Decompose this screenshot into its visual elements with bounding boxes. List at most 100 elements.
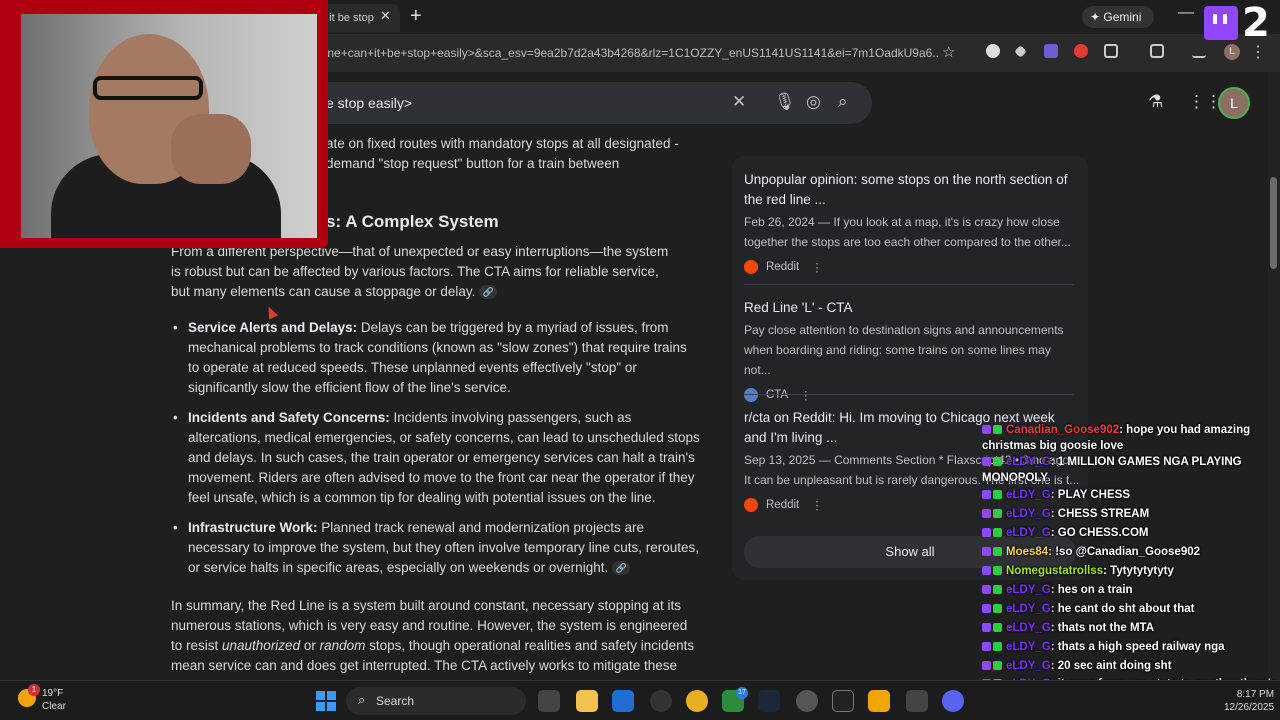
twitch-number: 2 (1242, 0, 1270, 46)
address-bar[interactable]: Line+can+it+be+stop+easily>&sca_esv=9ea2… (318, 46, 938, 60)
chat-username[interactable]: eLDY_G (1006, 603, 1051, 615)
chat-text: : CHESS STREAM (1050, 508, 1150, 520)
chat-text: : !so @Canadian_Goose902 (1048, 546, 1201, 558)
search-query[interactable]: e stop easily> (326, 95, 412, 111)
epic-games-icon[interactable] (832, 690, 854, 712)
search-icon: ⌕ (358, 692, 366, 707)
rockstar-icon[interactable] (868, 690, 890, 712)
extension-icon-4[interactable] (1074, 44, 1088, 58)
apps-grid-icon[interactable]: ⋮⋮ (1188, 92, 1222, 112)
gemini-label: Gemini (1103, 10, 1142, 24)
bullet-title: Infrastructure Work: (188, 520, 318, 535)
twitch-overlay: 2 (1196, 0, 1280, 50)
clear-icon[interactable]: ✕ (732, 92, 746, 112)
more-options-icon[interactable]: ⋮ (811, 260, 823, 274)
stream-chat: Canadian_Goose902: hope you had amazing … (982, 422, 1278, 708)
chat-badge-icon (982, 585, 991, 595)
sidebar-icon[interactable] (1150, 44, 1164, 58)
discord-icon[interactable] (942, 690, 964, 712)
summary-text: or (300, 638, 320, 653)
source-meta: CTA ⋮ (744, 386, 1080, 404)
labs-flask-icon[interactable]: ⚗ (1148, 92, 1163, 112)
chat-text: : Tytytytytyty (1103, 565, 1174, 577)
source-card[interactable]: Unpopular opinion: some stops on the nor… (744, 170, 1080, 276)
chat-text: : GO CHESS.COM (1050, 527, 1149, 539)
streamer-hand (171, 114, 251, 184)
gemini-button[interactable]: ✦ Gemini (1082, 6, 1154, 28)
search-box[interactable]: e stop easily> ✕ 🎙 ◎ ⌕ (300, 82, 872, 124)
chat-badge-icon (982, 566, 991, 576)
chat-username[interactable]: eLDY_G (1006, 622, 1051, 634)
chat-text: : hes on a train (1050, 584, 1133, 596)
task-view-icon[interactable] (538, 690, 560, 712)
source-name: Reddit (766, 499, 800, 511)
new-tab-icon[interactable]: + (410, 5, 422, 28)
paragraph: From a different perspective—that of une… (171, 242, 681, 302)
list-item: Service Alerts and Delays: Delays can be… (171, 318, 701, 398)
cta-icon (744, 388, 758, 402)
extension-icon-2[interactable] (1014, 45, 1027, 58)
scrollbar-thumb[interactable] (1270, 177, 1277, 269)
windows-logo-icon (316, 702, 325, 711)
system-clock[interactable]: 8:17 PM 12/26/2025 (1224, 688, 1274, 714)
chat-username[interactable]: Moes84 (1006, 546, 1048, 558)
bullet-title: Incidents and Safety Concerns: (188, 410, 390, 425)
chat-badge-icon (982, 642, 991, 652)
start-button[interactable] (316, 691, 336, 711)
chat-username[interactable]: eLDY_G (1006, 660, 1051, 672)
intro-text: ate on fixed routes with mandatory stops… (326, 136, 679, 171)
summary-emphasis: random (319, 638, 366, 653)
account-avatar[interactable]: L (1218, 87, 1250, 119)
chat-text: : PLAY CHESS (1050, 489, 1130, 501)
extension-icon-1[interactable] (986, 44, 1000, 58)
summary-emphasis: unauthorized (222, 638, 301, 653)
chat-badge-icon (982, 547, 991, 557)
chat-badge-icon (982, 509, 991, 519)
summary-paragraph: In summary, the Red Line is a system bui… (171, 596, 701, 676)
file-explorer-icon[interactable] (576, 690, 598, 712)
screen: n it be stop ✕ + ✦ Gemini — Line+can+it+… (0, 0, 1280, 720)
close-tab-icon[interactable]: ✕ (380, 8, 391, 24)
chat-username[interactable]: eLDY_G (1006, 527, 1051, 539)
chat-username[interactable]: eLDY_G (1006, 489, 1051, 501)
source-meta: Reddit ⋮ (744, 258, 1080, 276)
notification-badge: 17 (736, 687, 748, 699)
store-icon[interactable] (612, 690, 634, 712)
extension-icon-3[interactable] (1044, 44, 1058, 58)
source-title[interactable]: Unpopular opinion: some stops on the nor… (744, 170, 1080, 210)
chat-badge-icon (982, 457, 991, 467)
source-card[interactable]: Red Line 'L' - CTA Pay close attention t… (744, 298, 1080, 404)
link-icon[interactable]: 🔗 (479, 285, 498, 300)
taskbar-search[interactable]: ⌕ Search (346, 687, 526, 715)
bookmark-star-icon[interactable]: ☆ (942, 43, 955, 61)
microphone-icon[interactable]: 🎙 (774, 92, 796, 112)
search-icon[interactable]: ⌕ (838, 92, 848, 112)
minimize-icon[interactable]: — (1178, 4, 1194, 22)
weather-text: 19°F Clear (42, 687, 66, 713)
webcam-overlay (0, 0, 328, 248)
obs-icon[interactable] (796, 690, 818, 712)
list-item: Incidents and Safety Concerns: Incidents… (171, 408, 701, 508)
divider (744, 284, 1074, 285)
app-icon[interactable] (906, 690, 928, 712)
extensions-puzzle-icon[interactable] (1104, 44, 1118, 58)
steam-icon[interactable] (758, 690, 780, 712)
chat-username[interactable]: eLDY_G (1006, 508, 1051, 520)
more-options-icon[interactable]: ⋮ (811, 498, 823, 512)
chat-message: Moes84: !so @Canadian_Goose902 (982, 543, 1278, 562)
chat-username[interactable]: Nomegustatrollss (1006, 565, 1103, 577)
link-icon[interactable]: 🔗 (612, 561, 631, 576)
game-icon[interactable] (650, 690, 672, 712)
more-options-icon[interactable]: ⋮ (800, 388, 812, 402)
lens-icon[interactable]: ◎ (806, 92, 821, 112)
chat-badge-icon (982, 623, 991, 633)
chat-message: Canadian_Goose902: hope you had amazing … (982, 422, 1278, 454)
chrome-icon[interactable] (686, 690, 708, 712)
chat-username[interactable]: eLDY_G (1006, 456, 1051, 468)
chat-username[interactable]: eLDY_G (1006, 641, 1051, 653)
chat-username[interactable]: Canadian_Goose902 (1006, 424, 1119, 436)
chat-username[interactable]: eLDY_G (1006, 584, 1051, 596)
chat-badge-icon (982, 490, 991, 500)
bullet-list: Service Alerts and Delays: Delays can be… (171, 318, 701, 588)
source-title[interactable]: Red Line 'L' - CTA (744, 298, 1080, 318)
